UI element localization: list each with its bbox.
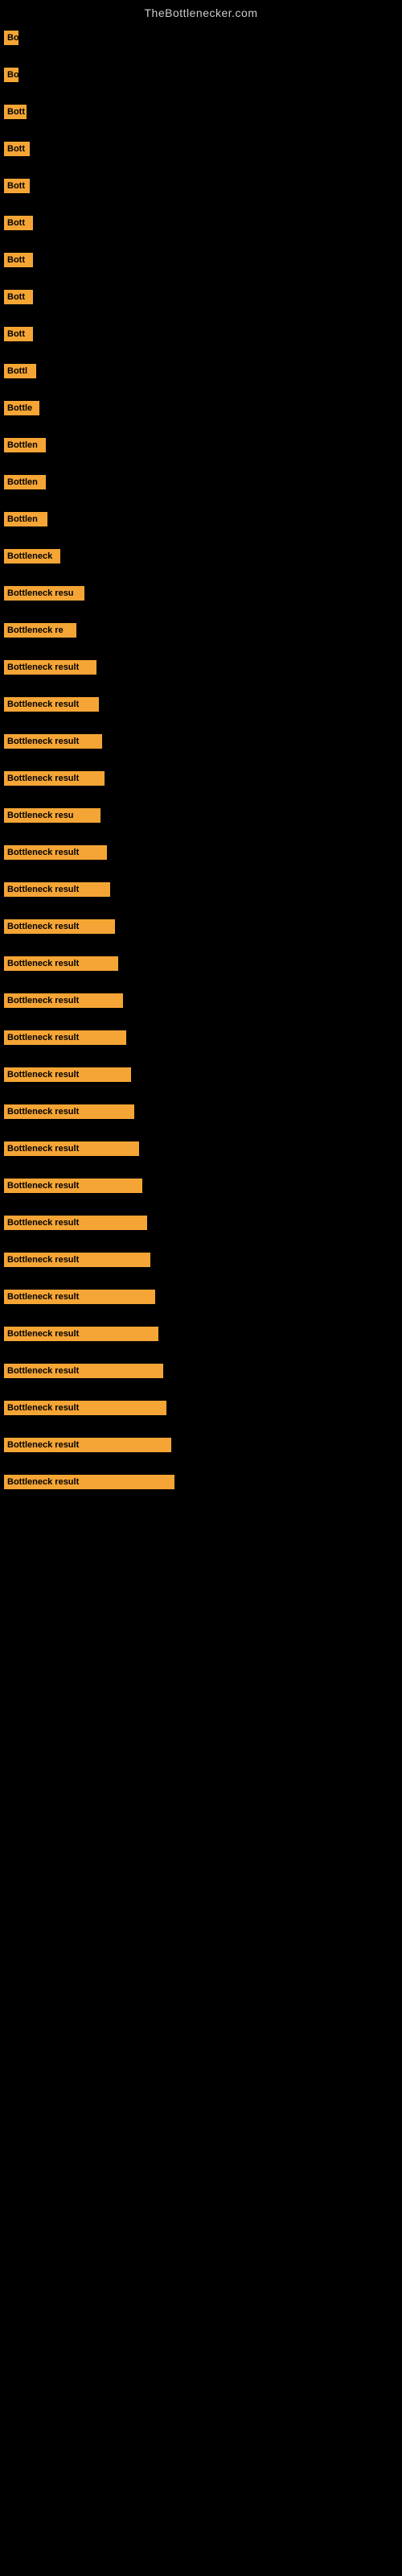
bar-label: Bottleneck resu	[4, 586, 84, 601]
bar-row: Bott	[0, 290, 402, 304]
bar-label: Bottleneck result	[4, 1364, 163, 1378]
bar-label: Bottleneck result	[4, 660, 96, 675]
bar-label: Bott	[4, 142, 30, 156]
bar-label: Bottleneck result	[4, 1327, 158, 1341]
bar-label: Bottleneck result	[4, 1290, 155, 1304]
bar-label: Bottleneck result	[4, 1253, 150, 1267]
bar-row: Bott	[0, 105, 402, 119]
bar-row: Bottleneck result	[0, 1067, 402, 1082]
bar-label: Bottleneck result	[4, 882, 110, 897]
bar-row: Bottleneck result	[0, 845, 402, 860]
bar-label: Bottle	[4, 401, 39, 415]
bar-label: Bottlen	[4, 438, 46, 452]
bar-label: Bottleneck result	[4, 1179, 142, 1193]
bar-row: Bottleneck result	[0, 1141, 402, 1156]
bar-row: Bottleneck result	[0, 956, 402, 971]
site-title: TheBottlenecker.com	[0, 0, 402, 23]
bar-label: Bo	[4, 31, 18, 45]
bar-label: Bottleneck result	[4, 1438, 171, 1452]
bar-label: Bottleneck result	[4, 697, 99, 712]
bar-label: Bott	[4, 290, 33, 304]
bar-row: Bottleneck result	[0, 771, 402, 786]
bar-row: Bottleneck result	[0, 1438, 402, 1452]
bar-row: Bottlen	[0, 438, 402, 452]
bar-label: Bottleneck result	[4, 993, 123, 1008]
bar-row: Bo	[0, 68, 402, 82]
bar-row: Bo	[0, 31, 402, 45]
bar-label: Bottleneck result	[4, 1030, 126, 1045]
bar-row: Bottleneck result	[0, 1401, 402, 1415]
bar-label: Bottleneck result	[4, 956, 118, 971]
bar-label: Bottleneck result	[4, 1475, 174, 1489]
bar-row: Bottleneck result	[0, 697, 402, 712]
bar-row: Bott	[0, 142, 402, 156]
bar-row: Bottleneck result	[0, 1216, 402, 1230]
bars-container: Bo Bo Bott Bott Bott Bott Bott Bott Bott Bottl Bot…	[0, 23, 402, 1520]
bar-row: Bottleneck result	[0, 1290, 402, 1304]
bar-label: Bottleneck	[4, 549, 60, 564]
bar-label: Bottleneck result	[4, 845, 107, 860]
bar-label: Bottleneck resu	[4, 808, 100, 823]
bar-label: Bottl	[4, 364, 36, 378]
bar-row: Bottleneck result	[0, 1327, 402, 1341]
bar-row: Bott	[0, 179, 402, 193]
bar-label: Bottleneck result	[4, 919, 115, 934]
bar-label: Bo	[4, 68, 18, 82]
bar-row: Bottleneck result	[0, 734, 402, 749]
bar-label: Bott	[4, 105, 27, 119]
bar-label: Bottleneck result	[4, 1141, 139, 1156]
bar-row: Bottleneck resu	[0, 808, 402, 823]
bar-row: Bottleneck re	[0, 623, 402, 638]
bar-row: Bott	[0, 216, 402, 230]
bar-label: Bottleneck re	[4, 623, 76, 638]
bar-label: Bottleneck result	[4, 1216, 147, 1230]
bar-label: Bottleneck result	[4, 1104, 134, 1119]
bar-row: Bottleneck result	[0, 1104, 402, 1119]
bar-row: Bott	[0, 253, 402, 267]
bar-label: Bottleneck result	[4, 1067, 131, 1082]
bar-row: Bottlen	[0, 475, 402, 489]
bar-row: Bottleneck	[0, 549, 402, 564]
bar-label: Bott	[4, 216, 33, 230]
bar-label: Bottleneck result	[4, 1401, 166, 1415]
bar-label: Bottleneck result	[4, 771, 105, 786]
bar-row: Bottleneck result	[0, 919, 402, 934]
bar-label: Bottlen	[4, 512, 47, 526]
bar-row: Bottleneck result	[0, 1253, 402, 1267]
bar-label: Bott	[4, 327, 33, 341]
bar-row: Bottle	[0, 401, 402, 415]
bar-row: Bottleneck result	[0, 660, 402, 675]
bar-row: Bottleneck result	[0, 882, 402, 897]
bar-row: Bottleneck result	[0, 1030, 402, 1045]
bar-label: Bott	[4, 179, 30, 193]
bar-row: Bottleneck result	[0, 1364, 402, 1378]
bar-row: Bottleneck result	[0, 1179, 402, 1193]
bar-label: Bottlen	[4, 475, 46, 489]
bar-label: Bott	[4, 253, 33, 267]
bar-label: Bottleneck result	[4, 734, 102, 749]
bar-row: Bottleneck result	[0, 1475, 402, 1489]
bar-row: Bott	[0, 327, 402, 341]
bar-row: Bottl	[0, 364, 402, 378]
bar-row: Bottlen	[0, 512, 402, 526]
bar-row: Bottleneck result	[0, 993, 402, 1008]
bar-row: Bottleneck resu	[0, 586, 402, 601]
